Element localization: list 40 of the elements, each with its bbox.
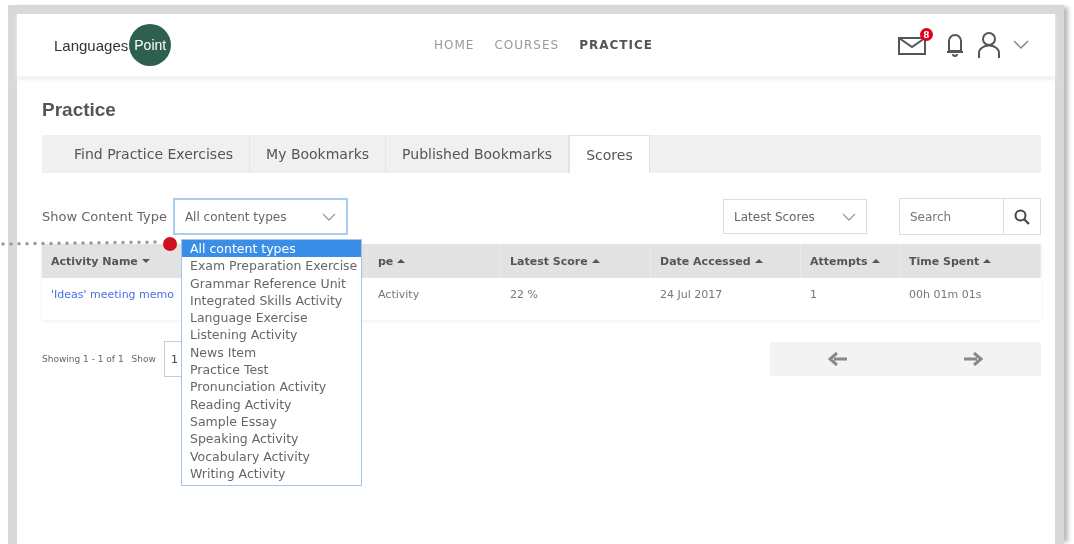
table-cell-text: 22 %	[509, 286, 539, 303]
chevron-down-icon	[321, 212, 336, 221]
bell-icon[interactable]	[945, 31, 965, 59]
content-type-select[interactable]: All content types	[172, 198, 348, 235]
dropdown-option[interactable]: Grammar Reference Unit	[182, 274, 361, 292]
dropdown-option[interactable]: Exam Preparation Exercise	[182, 257, 361, 275]
chevron-down-icon	[842, 212, 856, 221]
dropdown-option[interactable]: Reading Activity	[182, 395, 361, 413]
filter-label: Show Content Type	[42, 209, 167, 224]
notification-badge: 8	[920, 28, 933, 41]
page-title: Practice	[42, 99, 117, 121]
dropdown-option[interactable]: Language Exercise	[182, 309, 361, 327]
logo-text: Languages	[54, 36, 129, 54]
table-cell-text: Activity	[377, 286, 421, 303]
tab[interactable]: My Bookmarks	[250, 135, 387, 173]
tab[interactable]: Scores	[569, 135, 650, 173]
arrow-right-icon	[963, 352, 984, 366]
dropdown-option[interactable]: Pronunciation Activity	[182, 378, 361, 396]
search-icon	[1014, 208, 1030, 225]
search-button[interactable]	[1004, 198, 1041, 235]
dropdown-option[interactable]: Integrated Skills Activity	[182, 291, 361, 310]
user-icon[interactable]	[977, 31, 1001, 59]
table-cell-text: 24 Jul 2017	[659, 286, 724, 303]
dropdown-option[interactable]: Vocabulary Activity	[182, 447, 361, 465]
dropdown-option[interactable]: Listening Activity	[182, 326, 361, 344]
dropdown-option[interactable]: Writing Activity	[182, 464, 361, 483]
tab[interactable]: Find Practice Exercises	[58, 135, 251, 173]
chevron-down-icon[interactable]	[1013, 40, 1029, 50]
search-field[interactable]: Search	[899, 198, 1004, 235]
page-size-label: Show	[131, 354, 156, 364]
dropdown-option[interactable]: Sample Essay	[182, 412, 361, 431]
dropdown-option[interactable]: Speaking Activity	[182, 430, 361, 448]
table-cell-text: 1	[809, 286, 818, 303]
sort-select[interactable]: Latest Scores	[723, 199, 867, 234]
arrow-left-icon	[827, 352, 848, 366]
logo-badge: Point	[129, 24, 172, 66]
dropdown-option[interactable]: All content types	[182, 240, 361, 258]
results-summary: Showing 1 - 1 of 1	[42, 354, 124, 364]
nav-link[interactable]: PRACTICE	[579, 38, 653, 52]
table-cell-text: 00h 01m 01s	[908, 286, 983, 303]
